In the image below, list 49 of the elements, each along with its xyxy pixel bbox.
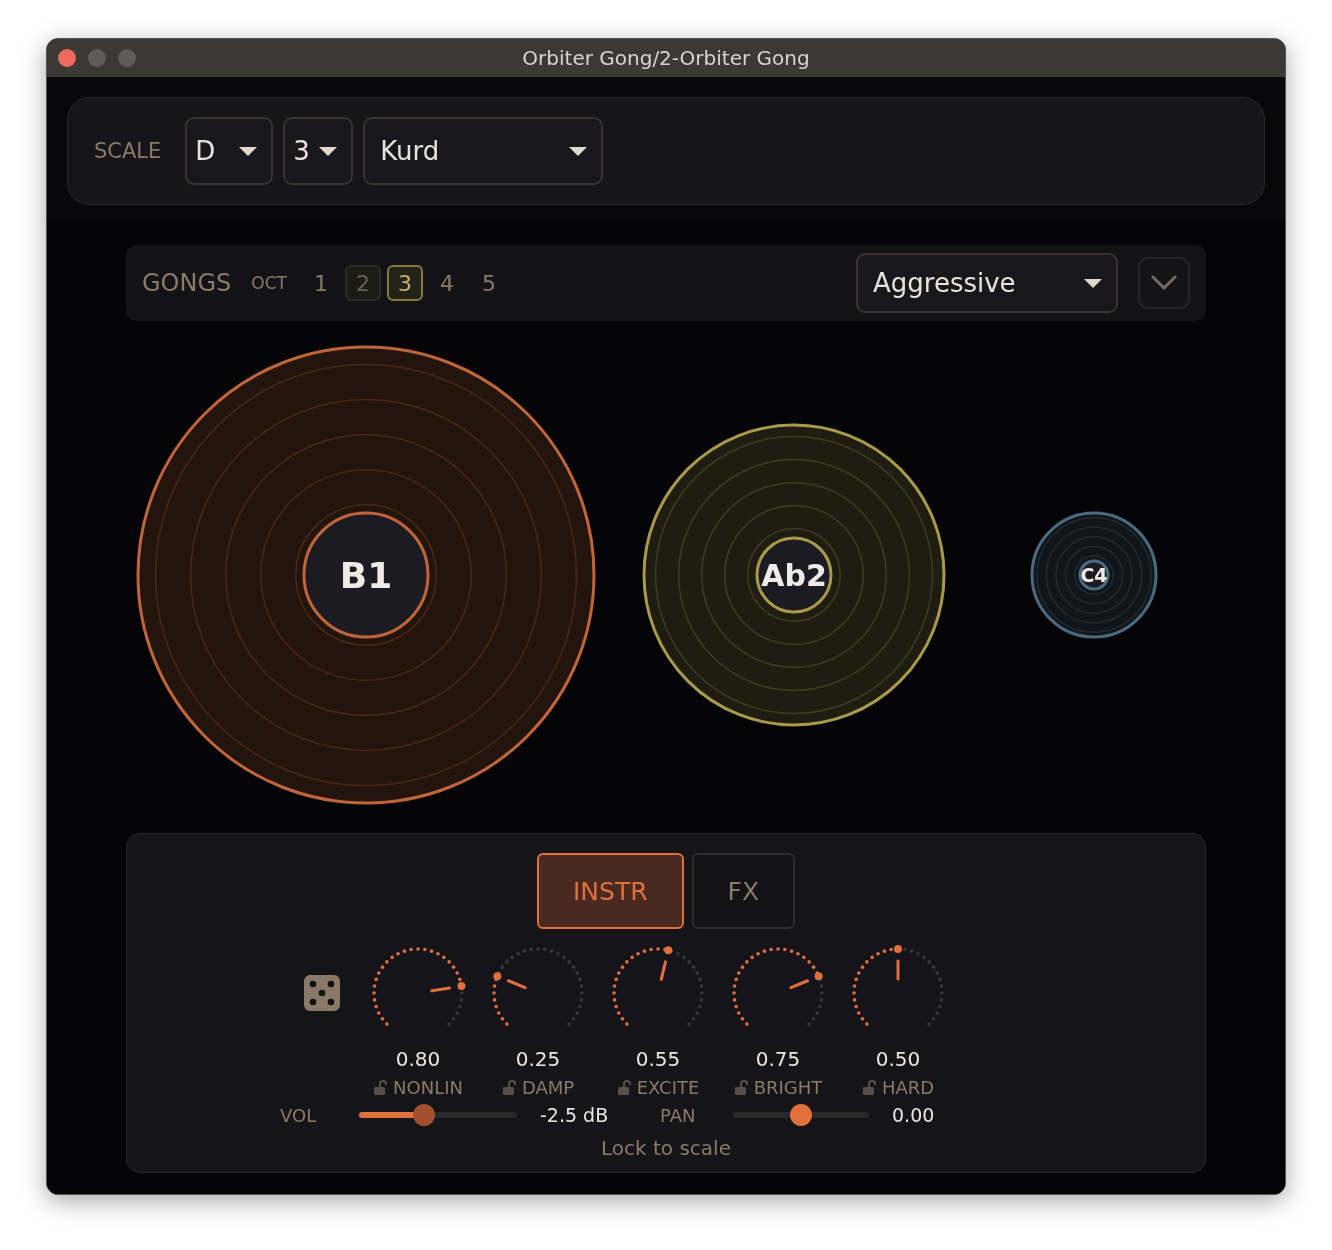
gongs-title: GONGS [142,269,232,297]
gong-note-pad[interactable]: C4 [1078,559,1110,591]
unlocked-padlock-icon[interactable] [861,1079,876,1096]
root-dropdown[interactable]: D [185,117,274,185]
scale-label: SCALE [94,139,162,163]
zoom-icon[interactable] [118,49,136,67]
slider-thumb[interactable] [790,1104,812,1126]
octave-label: OCT [251,273,287,293]
pan-reading: 0.00 [892,1104,936,1126]
octave-button[interactable]: 5 [470,265,507,301]
caret-icon [239,146,258,156]
unlocked-padlock-icon[interactable] [616,1079,631,1096]
slider-thumb[interactable] [412,1104,435,1126]
caret-icon [319,146,338,156]
knob-label: DAMP [521,1077,575,1098]
knob-label: HARD [881,1077,935,1098]
gong-note-pad[interactable]: Ab2 [755,536,833,614]
octave-button[interactable]: 1 [302,265,339,301]
tab[interactable]: INSTR [536,853,684,929]
unlocked-padlock-icon[interactable] [501,1079,516,1096]
caret-icon [569,146,588,156]
octave-button[interactable]: 4 [428,265,465,301]
lock-to-scale-link[interactable]: Lock to scale [601,1136,731,1160]
octave-dropdown[interactable]: 3 [283,117,354,185]
preset-dropdown[interactable]: Aggressive [856,253,1118,313]
pan-label: PAN [660,1104,697,1126]
knob-value: 0.50 [875,1047,921,1071]
minimize-icon[interactable] [88,49,106,67]
knob-label: EXCITE [636,1077,700,1098]
knob-value: 0.25 [515,1047,561,1071]
dice-icon[interactable] [304,975,340,1011]
volume-label: VOL [280,1104,318,1126]
tab[interactable]: FX [691,853,796,929]
mode-dropdown[interactable]: Kurd [363,117,604,185]
volume-reading: -2.5 dB [540,1104,610,1126]
caret-icon [1084,278,1102,288]
knob-label: NONLIN [393,1077,463,1098]
expand-button[interactable] [1138,257,1190,309]
knob-value: 0.55 [635,1047,681,1071]
unlocked-padlock-icon[interactable] [733,1079,748,1096]
window-title: Orbiter Gong/2-Orbiter Gong [521,46,811,70]
knob-label: BRIGHT [753,1077,823,1098]
gong-note-pad[interactable]: B1 [302,511,430,639]
knob-value: 0.75 [755,1047,801,1071]
unlocked-padlock-icon[interactable] [373,1079,388,1096]
octave-button[interactable]: 3 [386,265,423,301]
chevron-down-icon [1151,275,1177,291]
close-icon[interactable] [58,49,76,67]
knob-value: 0.80 [395,1047,441,1071]
